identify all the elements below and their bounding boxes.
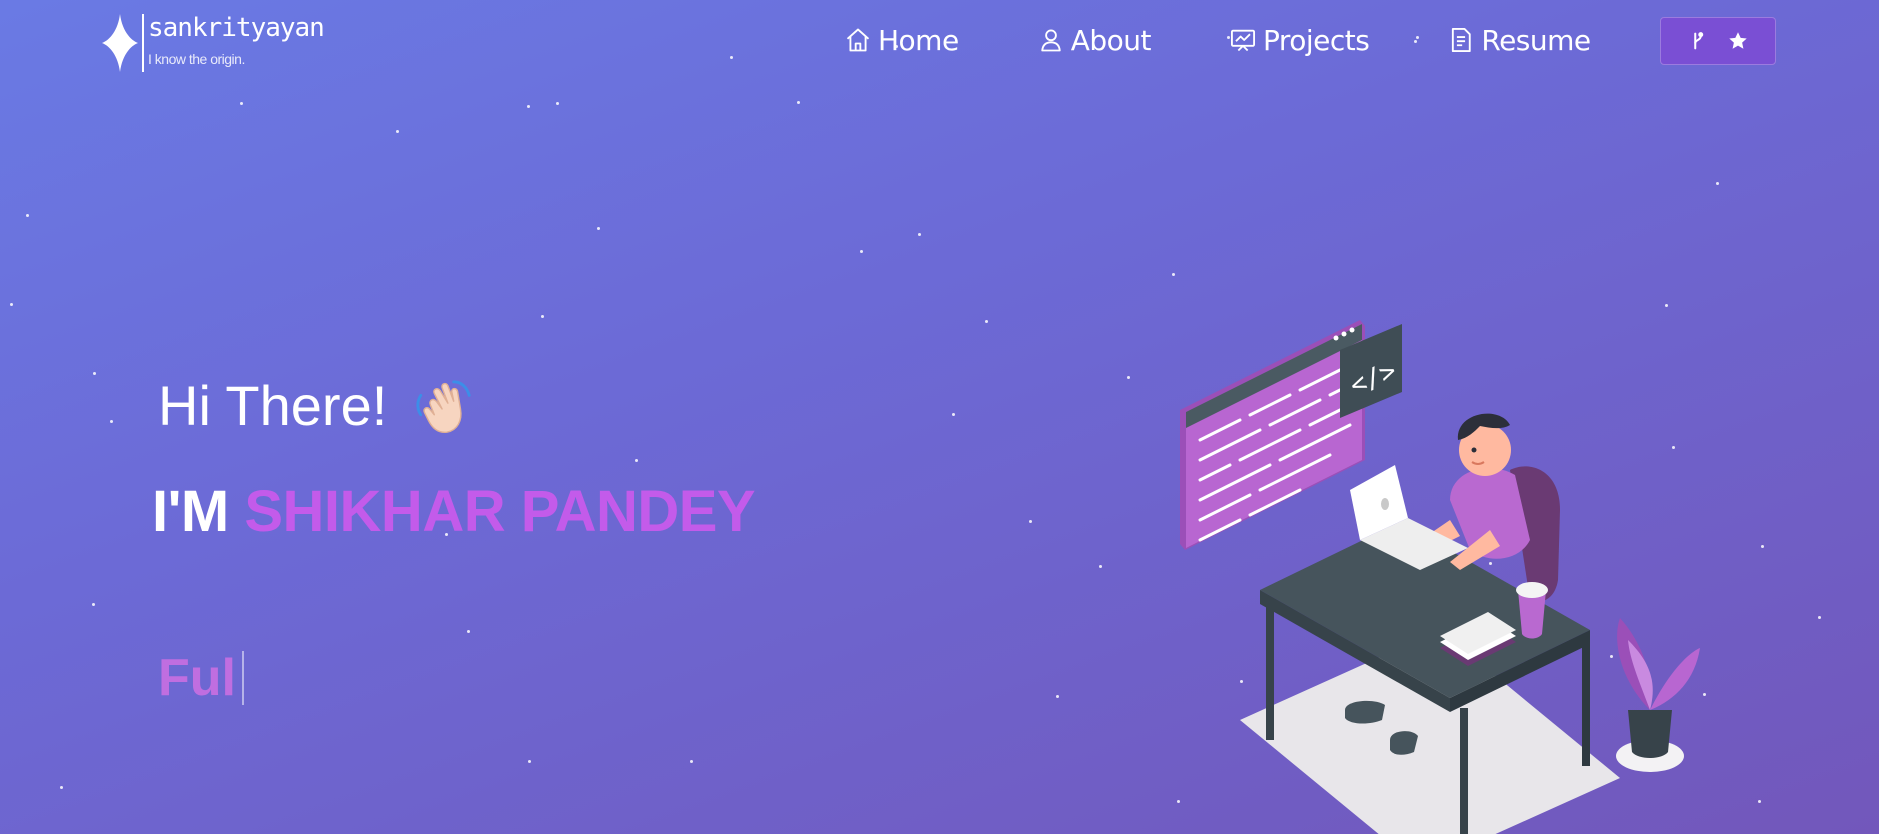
projects-icon	[1230, 29, 1256, 52]
nav-links: Home About Projects Resume	[844, 18, 1669, 62]
navbar: sankrityayan I know the origin. Home Abo…	[0, 0, 1879, 84]
fork-icon	[1694, 32, 1704, 50]
greeting-heading: Hi There!	[158, 373, 388, 437]
nav-item-projects[interactable]: Projects	[1229, 18, 1370, 62]
github-fork-star-button[interactable]	[1660, 17, 1776, 65]
typewriter: Ful	[158, 648, 244, 708]
document-icon	[1452, 27, 1472, 53]
waving-hand-icon	[416, 380, 471, 434]
name-prefix: I'M	[152, 479, 229, 544]
brand-logo-link[interactable]: sankrityayan I know the origin.	[100, 12, 325, 74]
nav-item-label: About	[1070, 23, 1152, 57]
star-icon	[1729, 32, 1747, 49]
nav-item-about[interactable]: About	[1037, 18, 1151, 62]
nav-item-label: Home	[878, 23, 959, 57]
home-icon	[846, 28, 870, 52]
typewriter-cursor	[241, 651, 244, 705]
brand-text: sankrityayan I know the origin.	[148, 12, 325, 68]
nav-item-label: Resume	[1481, 23, 1591, 57]
brand-divider	[142, 14, 144, 72]
greeting: Hi There!	[158, 372, 475, 438]
typewriter-text: Ful	[158, 649, 236, 707]
nav-item-home[interactable]: Home	[844, 18, 959, 62]
nav-item-label: Projects	[1262, 23, 1370, 57]
developer-illustration: </>	[1180, 320, 1700, 834]
diamond-logo-icon	[102, 14, 138, 72]
user-icon	[1041, 29, 1061, 52]
brand-name: sankrityayan	[148, 13, 325, 43]
nav-item-resume[interactable]: Resume	[1447, 18, 1591, 62]
brand-tagline: I know the origin.	[148, 51, 245, 67]
name-heading: I'M SHIKHAR PANDEY	[152, 478, 756, 545]
name-highlight: SHIKHAR PANDEY	[244, 479, 756, 544]
